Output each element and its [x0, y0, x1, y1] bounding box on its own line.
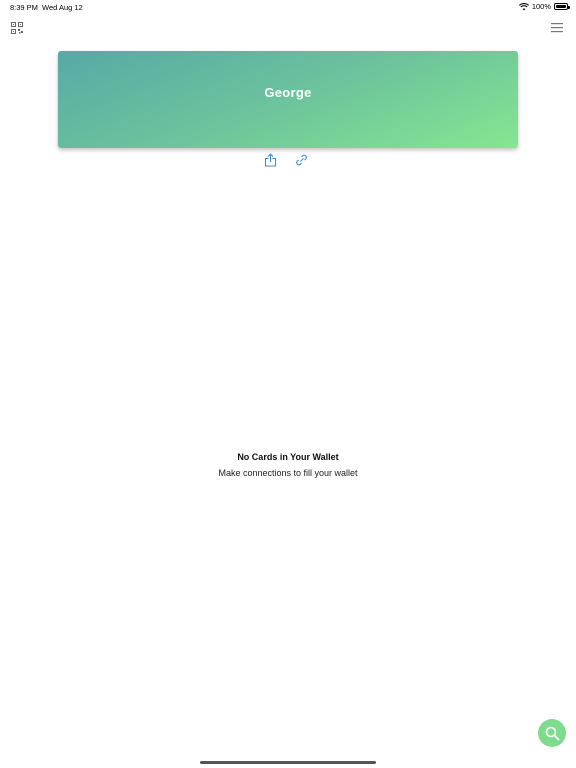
empty-state-title: No Cards in Your Wallet: [237, 452, 339, 462]
battery-icon: [554, 3, 570, 10]
search-icon: [545, 726, 559, 740]
profile-name: George: [264, 85, 312, 100]
search-button[interactable]: [538, 719, 566, 747]
app-screen: 8:39 PM Wed Aug 12 100% George No Cards …: [0, 0, 576, 768]
battery-percent: 100%: [531, 2, 551, 11]
status-date: Wed Aug 12: [42, 3, 83, 12]
profile-card[interactable]: George: [58, 51, 518, 148]
hamburger-menu-icon[interactable]: [551, 22, 563, 33]
status-indicators: 100%: [518, 2, 570, 11]
share-icon[interactable]: [264, 153, 277, 167]
empty-state-subtitle: Make connections to fill your wallet: [218, 468, 358, 478]
empty-wallet-state: No Cards in Your Wallet Make connections…: [0, 452, 576, 478]
qr-code-icon[interactable]: [11, 22, 23, 34]
card-actions: [264, 153, 308, 167]
status-time: 8:39 PM: [10, 3, 38, 12]
status-bar: 8:39 PM Wed Aug 12 100%: [0, 0, 576, 14]
wifi-icon: [518, 2, 529, 10]
home-indicator[interactable]: [200, 761, 376, 764]
link-icon[interactable]: [295, 153, 308, 167]
